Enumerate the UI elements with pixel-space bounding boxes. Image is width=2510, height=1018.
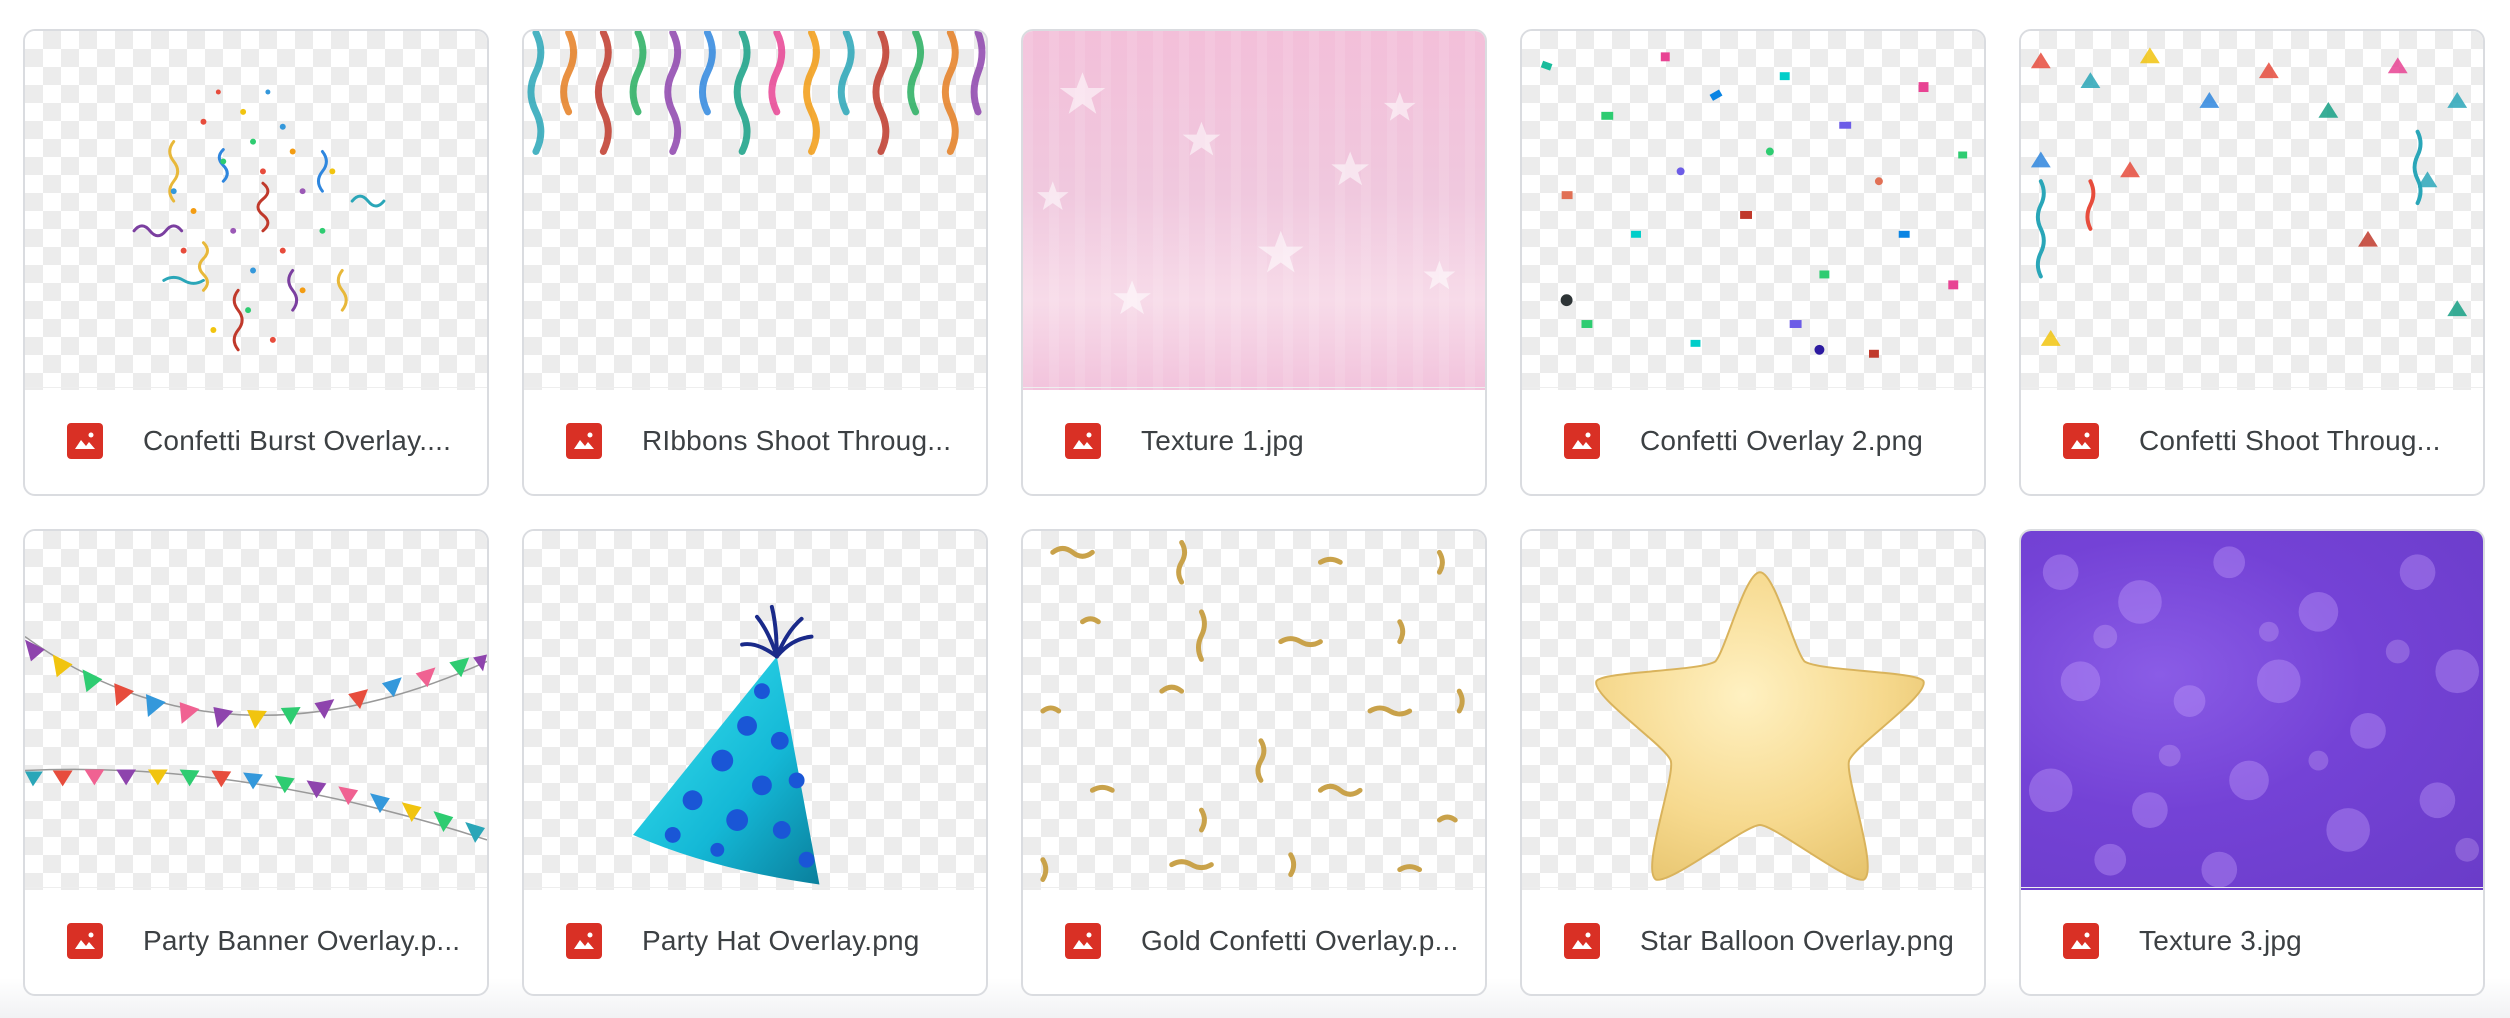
image-file-icon bbox=[67, 923, 103, 959]
thumbnail-gold-confetti bbox=[1023, 531, 1485, 890]
file-caption: Texture 1.jpg bbox=[1023, 387, 1485, 494]
file-caption: Confetti Shoot Throug... bbox=[2021, 387, 2483, 494]
file-card-gold-confetti[interactable]: Gold Confetti Overlay.p... bbox=[1021, 529, 1487, 996]
thumbnail-confetti-burst bbox=[25, 31, 487, 390]
image-file-icon bbox=[2063, 423, 2099, 459]
thumbnail-confetti-overlay-2 bbox=[1522, 31, 1984, 390]
file-caption: Party Hat Overlay.png bbox=[524, 887, 986, 994]
file-name: Confetti Shoot Throug... bbox=[2139, 425, 2441, 456]
file-caption: Confetti Overlay 2.png bbox=[1522, 387, 1984, 494]
ribbons-image bbox=[527, 31, 986, 155]
file-name: Confetti Overlay 2.png bbox=[1640, 425, 1923, 456]
file-card-party-hat[interactable]: Party Hat Overlay.png bbox=[522, 529, 988, 996]
file-caption: Star Balloon Overlay.png bbox=[1522, 887, 1984, 994]
image-file-icon bbox=[1564, 923, 1600, 959]
file-name: Party Banner Overlay.p... bbox=[143, 925, 461, 956]
image-file-icon bbox=[67, 423, 103, 459]
file-card-confetti-burst[interactable]: Confetti Burst Overlay.... bbox=[23, 29, 489, 496]
confetti-scatter-image bbox=[1540, 52, 1968, 358]
image-file-icon bbox=[2063, 923, 2099, 959]
thumbnail-ribbons bbox=[524, 31, 986, 390]
image-file-icon bbox=[1065, 423, 1101, 459]
pink-star-texture-image bbox=[1036, 72, 1456, 315]
party-hat-image bbox=[633, 604, 820, 885]
file-name: Texture 1.jpg bbox=[1141, 425, 1304, 456]
file-name: Star Balloon Overlay.png bbox=[1640, 925, 1955, 956]
file-caption: Confetti Burst Overlay.... bbox=[25, 387, 487, 494]
confetti-shoot-image bbox=[2030, 47, 2468, 346]
image-file-icon bbox=[566, 423, 602, 459]
file-name: Confetti Burst Overlay.... bbox=[143, 425, 452, 456]
confetti-burst-image bbox=[132, 89, 386, 352]
file-card-confetti-overlay-2[interactable]: Confetti Overlay 2.png bbox=[1520, 29, 1986, 496]
file-card-texture-1[interactable]: Texture 1.jpg bbox=[1021, 29, 1487, 496]
thumbnail-star-balloon bbox=[1522, 531, 1984, 890]
thumbnail-party-banner bbox=[25, 531, 487, 890]
file-caption: Gold Confetti Overlay.p... bbox=[1023, 887, 1485, 994]
thumbnail-confetti-shoot bbox=[2021, 31, 2483, 390]
file-grid: Confetti Burst Overlay.... RIbbons Shoot… bbox=[23, 29, 2485, 996]
file-caption: Party Banner Overlay.p... bbox=[25, 887, 487, 994]
file-name: Party Hat Overlay.png bbox=[642, 925, 920, 956]
file-card-confetti-shoot[interactable]: Confetti Shoot Throug... bbox=[2019, 29, 2485, 496]
image-file-icon bbox=[1065, 923, 1101, 959]
purple-bokeh-texture-image bbox=[2028, 546, 2480, 888]
image-file-icon bbox=[1564, 423, 1600, 459]
thumbnail-texture-3 bbox=[2021, 531, 2483, 890]
file-name: RIbbons Shoot Throug... bbox=[642, 425, 952, 456]
file-name: Texture 3.jpg bbox=[2139, 925, 2302, 956]
thumbnail-texture-1 bbox=[1023, 31, 1485, 390]
image-file-icon bbox=[566, 923, 602, 959]
file-card-ribbons[interactable]: RIbbons Shoot Throug... bbox=[522, 29, 988, 496]
file-caption: Texture 3.jpg bbox=[2021, 887, 2483, 994]
party-banner-image bbox=[25, 636, 487, 843]
file-card-texture-3[interactable]: Texture 3.jpg bbox=[2019, 529, 2485, 996]
file-card-star-balloon[interactable]: Star Balloon Overlay.png bbox=[1520, 529, 1986, 996]
thumbnail-party-hat bbox=[524, 531, 986, 890]
file-caption: RIbbons Shoot Throug... bbox=[524, 387, 986, 494]
file-name: Gold Confetti Overlay.p... bbox=[1141, 925, 1459, 956]
star-balloon-image bbox=[1595, 571, 1925, 881]
file-card-party-banner[interactable]: Party Banner Overlay.p... bbox=[23, 529, 489, 996]
gold-confetti-image bbox=[1040, 539, 1465, 883]
